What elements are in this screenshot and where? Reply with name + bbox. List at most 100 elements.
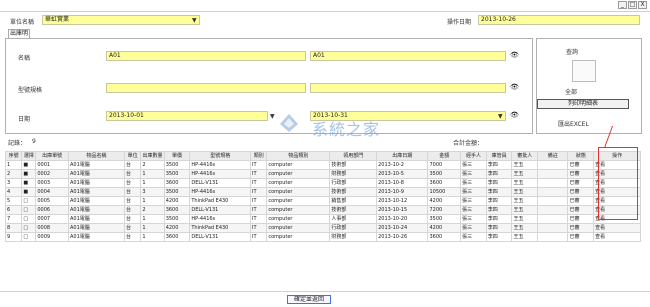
export-excel-link[interactable]: 匯出EXCEL <box>558 119 589 128</box>
highlight-annotation <box>598 147 638 220</box>
table-cell[interactable]: □ <box>21 232 37 242</box>
table-cell: 2 <box>140 205 165 215</box>
table-row[interactable]: 7 □ 0007 A01電腦台 1 3500 HP-4416s IT computer 人事部 20… <box>5 214 641 224</box>
table-row[interactable]: 5 □ 0005 A01電腦台 1 4200 ThinkPad E430 IT computer… <box>5 196 641 206</box>
table-cell[interactable]: ■ <box>21 187 37 197</box>
table-cell: 李四 <box>485 187 513 197</box>
dropdown-arrow-icon[interactable]: ▼ <box>192 17 197 24</box>
table-cell: 台 <box>124 232 142 242</box>
table-cell: ThinkPad E430 <box>189 196 252 206</box>
table-cell: 已審 <box>567 178 595 188</box>
column-header[interactable]: 審批人 <box>511 151 539 161</box>
query-link[interactable]: 查詢 <box>566 47 578 56</box>
action-panel <box>536 38 642 134</box>
table-cell: 2013-10-26 <box>376 232 429 242</box>
column-header[interactable]: 類別 <box>250 151 268 161</box>
column-header[interactable]: 金額 <box>427 151 462 161</box>
model-from-input[interactable] <box>106 83 306 93</box>
tab-outbound-detail[interactable]: 出庫明細 <box>8 29 30 45</box>
table-cell: 7000 <box>427 160 462 170</box>
table-cell[interactable]: ■ <box>21 169 37 179</box>
table-row[interactable]: 6 □ 0006 A01電腦台 2 3600 DELL-V131 IT computer 技術部 2… <box>5 205 641 215</box>
table-cell[interactable]: □ <box>21 223 37 233</box>
name-to-input[interactable]: A01 <box>310 51 506 61</box>
column-header[interactable]: 狀態 <box>567 151 595 161</box>
table-cell[interactable]: 查看 <box>593 232 641 242</box>
column-header[interactable]: 領用部門 <box>329 151 378 161</box>
column-header[interactable]: 單價 <box>163 151 191 161</box>
column-header[interactable]: 庫管員 <box>485 151 513 161</box>
table-cell[interactable]: □ <box>21 214 37 224</box>
table-cell: 2013-10-8 <box>376 178 429 188</box>
ok-return-button[interactable]: 確定並返回 <box>287 295 331 304</box>
column-header[interactable]: 出庫數量 <box>140 151 165 161</box>
column-header[interactable]: 出庫日期 <box>376 151 429 161</box>
column-header[interactable]: 出庫單號 <box>35 151 69 161</box>
column-header[interactable]: 型號規格 <box>189 151 252 161</box>
table-cell: 3600 <box>427 232 462 242</box>
unit-field[interactable]: 華虹實業 <box>42 15 200 25</box>
close-button[interactable]: X <box>638 1 647 9</box>
preview-box <box>572 60 596 82</box>
data-grid[interactable]: 序號 選擇 出庫單號 物品名稱 單位 出庫數量 單價 型號規格 類別 物品類別 領用部門 出庫日期 金額… <box>5 151 641 263</box>
table-row[interactable]: 1 ■ 0001 A01電腦台 2 3500 HP-4416s IT computer 技術部 20… <box>5 160 641 170</box>
date-field[interactable]: 2013-10-26 <box>478 15 640 25</box>
table-row[interactable]: 3 ■ 0003 A01電腦台 1 3600 DELL-V131 IT computer 行政部 2… <box>5 178 641 188</box>
all-link[interactable]: 全部 <box>565 87 577 96</box>
date-from-dropdown-icon[interactable]: ▼ <box>270 113 275 120</box>
column-header[interactable]: 備註 <box>537 151 569 161</box>
table-cell[interactable]: □ <box>21 196 37 206</box>
table-cell: 1 <box>140 232 165 242</box>
table-cell: 0005 <box>35 196 69 206</box>
table-cell: IT <box>250 223 268 233</box>
column-header[interactable]: 單位 <box>124 151 142 161</box>
table-cell: 4200 <box>163 223 191 233</box>
column-header[interactable]: 物品名稱 <box>67 151 126 161</box>
column-header[interactable]: 序號 <box>5 151 23 161</box>
column-header[interactable]: 經手人 <box>460 151 487 161</box>
table-cell: 台 <box>124 214 142 224</box>
binoculars-icon[interactable]: 👁 <box>510 112 519 119</box>
binoculars-icon[interactable]: 👁 <box>510 84 519 91</box>
print-detail-button[interactable]: 列印明細表 <box>537 99 629 109</box>
table-cell: 3500 <box>163 160 191 170</box>
table-cell: A01電腦 <box>67 223 126 233</box>
table-cell: 3 <box>5 178 23 188</box>
minimize-button[interactable]: _ <box>618 1 627 9</box>
date-to-dropdown-icon[interactable]: ▼ <box>498 113 503 120</box>
table-cell: 5 <box>5 196 23 206</box>
name-from-input[interactable]: A01 <box>106 51 306 61</box>
date-from-value: 2013-10-01 <box>109 112 144 119</box>
table-cell: 2 <box>5 169 23 179</box>
table-cell <box>537 187 569 197</box>
table-row[interactable]: 9 □ 0009 A01電腦台 1 3600 DELL-V131 IT computer 財務部 2… <box>5 232 641 242</box>
table-row[interactable]: 2 ■ 0002 A01電腦台 1 3500 HP-4416s IT computer 財務部 20… <box>5 169 641 179</box>
table-row[interactable]: 4 ■ 0004 A01電腦台 3 3500 HP-4416s IT computer 技術部 20… <box>5 187 641 197</box>
filter-label-date: 日期 <box>18 116 31 123</box>
table-cell <box>537 232 569 242</box>
date-from-input[interactable]: 2013-10-01 <box>106 111 268 121</box>
column-header[interactable]: 選擇 <box>21 151 37 161</box>
table-cell <box>537 214 569 224</box>
table-cell: 2013-10-5 <box>376 169 429 179</box>
binoculars-icon[interactable]: 👁 <box>510 52 519 59</box>
table-cell: 張三 <box>460 223 487 233</box>
table-cell: 已審 <box>567 196 595 206</box>
table-cell: 3500 <box>163 169 191 179</box>
table-cell: 4200 <box>427 223 462 233</box>
model-to-input[interactable] <box>310 83 506 93</box>
table-cell: 李四 <box>485 160 513 170</box>
table-cell[interactable]: ■ <box>21 178 37 188</box>
table-cell <box>537 178 569 188</box>
table-cell[interactable]: ■ <box>21 160 37 170</box>
table-cell: IT <box>250 187 268 197</box>
table-cell[interactable]: □ <box>21 205 37 215</box>
column-header[interactable]: 物品類別 <box>266 151 331 161</box>
table-cell: A01電腦 <box>67 205 126 215</box>
table-row[interactable]: 8 □ 0008 A01電腦台 1 4200 ThinkPad E430 IT computer… <box>5 223 641 233</box>
ok-return-label: 確定並返回 <box>293 296 324 303</box>
table-cell: 台 <box>124 178 142 188</box>
maximize-button[interactable]: □ <box>628 1 637 9</box>
table-cell: 財務部 <box>329 169 378 179</box>
table-cell[interactable]: 查看 <box>593 223 641 233</box>
